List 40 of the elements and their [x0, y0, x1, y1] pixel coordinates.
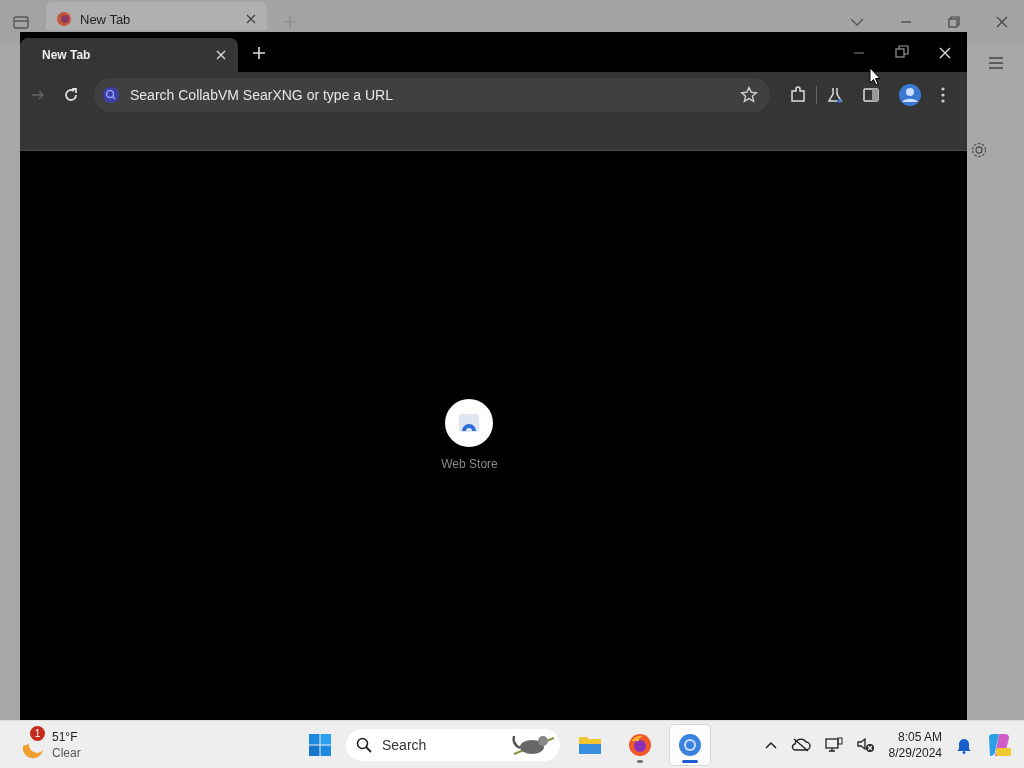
reload-icon[interactable]: [63, 87, 79, 103]
clock[interactable]: 8:05 AM 8/29/2024: [888, 728, 942, 761]
cursor-icon: [869, 67, 881, 86]
avatar-icon[interactable]: [898, 83, 922, 107]
speaker-muted-icon[interactable]: [856, 736, 875, 753]
temperature-text: 51°F: [52, 728, 79, 745]
browser-tab[interactable]: New Tab: [46, 2, 267, 30]
copilot-icon[interactable]: [986, 731, 1012, 758]
menu-icon[interactable]: [987, 57, 1004, 69]
address-bar[interactable]: Search CollabVM SearXNG or type a URL: [94, 78, 770, 112]
date-text: 8/29/2024: [888, 744, 942, 761]
browser-tab[interactable]: New Tab: [20, 38, 238, 72]
weather-widget[interactable]: 1 51°F Clear: [18, 728, 308, 761]
extensions-icon[interactable]: [789, 86, 807, 104]
chrome-icon: [678, 732, 702, 757]
tab-list-icon[interactable]: [12, 14, 30, 30]
start-icon[interactable]: [308, 732, 332, 757]
browser-logo-icon: [56, 11, 72, 27]
flask-icon[interactable]: [826, 86, 844, 104]
restore-icon[interactable]: [948, 16, 960, 28]
time-text: 8:05 AM: [897, 728, 942, 745]
star-icon[interactable]: [740, 86, 758, 104]
store-icon: [458, 413, 481, 433]
taskbar-app[interactable]: [670, 724, 710, 765]
side-panel-icon[interactable]: [862, 86, 880, 104]
search-input[interactable]: Search: [380, 735, 502, 754]
more-icon[interactable]: [940, 86, 946, 104]
cloud-off-icon[interactable]: [790, 737, 811, 752]
search-engine-icon: [102, 86, 120, 104]
chevron-up-icon[interactable]: [764, 740, 777, 749]
settings-icon[interactable]: [969, 141, 988, 159]
monitor-icon[interactable]: [824, 736, 843, 753]
moon-icon: [22, 742, 44, 760]
condition-text: Clear: [52, 744, 81, 761]
notification-badge: 1: [30, 725, 45, 741]
search-bar[interactable]: Search: [346, 728, 560, 761]
search-icon: [356, 736, 372, 753]
restore-icon[interactable]: [895, 45, 909, 59]
chevron-down-icon[interactable]: [850, 17, 864, 27]
firefox-icon: [628, 732, 652, 757]
